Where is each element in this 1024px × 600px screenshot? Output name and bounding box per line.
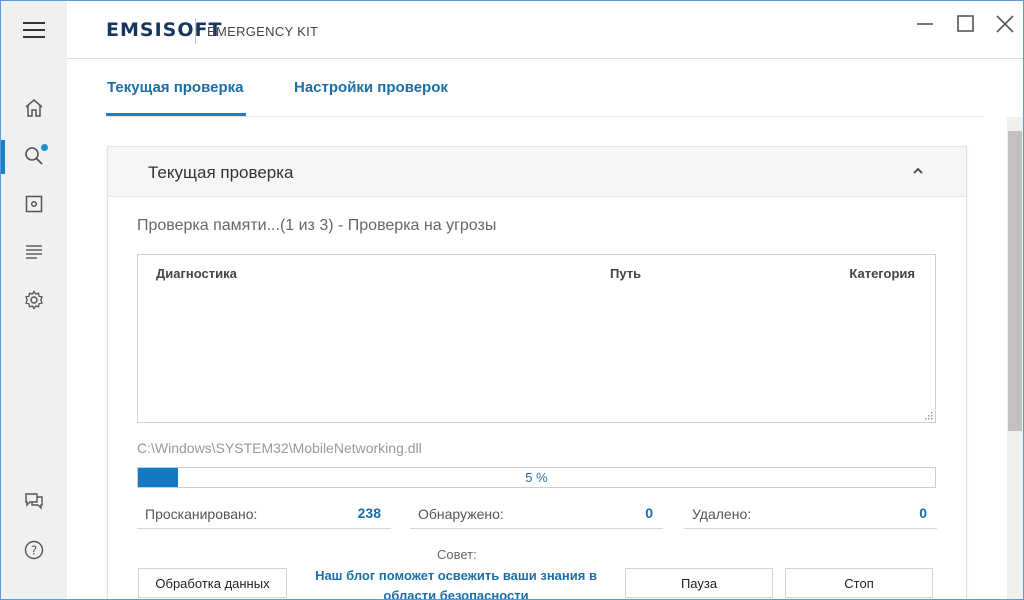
- help-icon: ?: [24, 540, 44, 560]
- sidebar-item-quarantine[interactable]: [1, 182, 67, 226]
- current-file-path: C:\Windows\SYSTEM32\MobileNetworking.dll: [137, 440, 422, 456]
- sidebar-item-logs[interactable]: [1, 230, 67, 274]
- stop-button[interactable]: Стоп: [785, 568, 933, 598]
- title-bar: EMSISOFT EMERGENCY KIT: [1, 1, 1023, 59]
- column-header-diagnosis[interactable]: Диагностика: [156, 266, 237, 281]
- maximize-icon: [957, 15, 974, 32]
- tip-blog-link[interactable]: Наш блог поможет освежить ваши знания в …: [301, 566, 611, 599]
- sidebar-item-home[interactable]: [1, 86, 67, 130]
- svg-text:?: ?: [31, 544, 37, 558]
- results-table[interactable]: Диагностика Путь Категория: [137, 254, 936, 423]
- pause-button[interactable]: Пауза: [625, 568, 773, 598]
- hamburger-menu-button[interactable]: [1, 1, 67, 59]
- chat-icon: [25, 493, 43, 510]
- panel-title: Текущая проверка: [148, 163, 294, 182]
- stat-detected: Обнаружено: 0: [410, 499, 663, 529]
- stat-scanned-value: 238: [357, 505, 381, 521]
- data-processing-button[interactable]: Обработка данных: [138, 568, 287, 598]
- column-header-category[interactable]: Категория: [849, 266, 915, 281]
- sidebar-item-scan[interactable]: [1, 134, 67, 178]
- close-button[interactable]: [994, 13, 1016, 35]
- sidebar-item-feedback[interactable]: [1, 479, 67, 523]
- tab-scan-settings[interactable]: Настройки проверок: [294, 79, 448, 96]
- collapse-button[interactable]: [908, 161, 928, 181]
- product-name: EMERGENCY KIT: [207, 24, 319, 39]
- tab-current-scan[interactable]: Текущая проверка: [107, 79, 243, 96]
- notification-badge: [41, 144, 48, 151]
- panel-header[interactable]: Текущая проверка: [108, 147, 966, 197]
- chevron-up-icon: [913, 167, 923, 174]
- home-icon: [25, 99, 43, 117]
- app-logo: EMSISOFT: [106, 19, 223, 41]
- sidebar-item-settings[interactable]: [1, 278, 67, 322]
- stat-scanned-label: Просканировано:: [145, 506, 258, 522]
- stat-removed-label: Удалено:: [692, 506, 752, 522]
- logo-divider: [195, 18, 196, 44]
- stat-removed-value: 0: [919, 505, 927, 521]
- minimize-icon: [917, 23, 933, 25]
- gear-icon: [25, 290, 43, 310]
- stat-detected-label: Обнаружено:: [418, 506, 504, 522]
- stat-removed: Удалено: 0: [684, 499, 937, 529]
- scan-status-text: Проверка памяти...(1 из 3) - Проверка на…: [137, 217, 497, 234]
- column-header-path[interactable]: Путь: [610, 266, 641, 281]
- tip-label: Совет:: [437, 547, 477, 562]
- hamburger-icon: [23, 22, 45, 38]
- maximize-button[interactable]: [954, 13, 976, 35]
- minimize-button[interactable]: [914, 13, 936, 35]
- close-icon: [996, 15, 1014, 33]
- app-window: EMSISOFT EMERGENCY KIT ? Текущая проверк…: [0, 0, 1024, 600]
- scan-progress-bar: 5 %: [137, 467, 936, 488]
- progress-percent: 5 %: [525, 470, 548, 485]
- quarantine-icon: [25, 195, 43, 213]
- stat-detected-value: 0: [645, 505, 653, 521]
- scrollbar-thumb[interactable]: [1008, 131, 1022, 431]
- resize-grip-icon[interactable]: [925, 412, 933, 420]
- sidebar-item-help[interactable]: ?: [1, 528, 67, 572]
- tabs-divider: [106, 116, 984, 117]
- stat-scanned: Просканировано: 238: [137, 499, 391, 529]
- logs-icon: [26, 245, 42, 259]
- sidebar: ?: [1, 59, 67, 599]
